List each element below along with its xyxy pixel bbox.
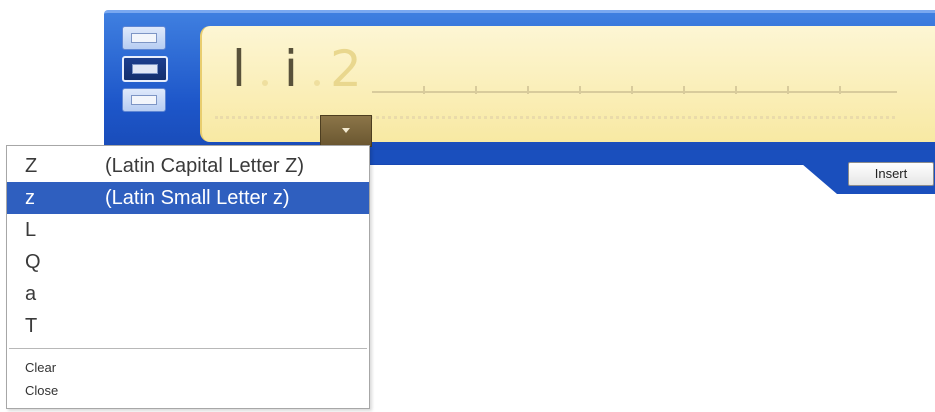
- menu-item-char: T: [25, 315, 38, 337]
- menu-item-char: Z: [25, 155, 38, 177]
- menu-item-z[interactable]: z (Latin Small Letter z): [7, 182, 369, 214]
- baseline-tick: [683, 86, 685, 94]
- clear-menu-command[interactable]: Clear: [25, 360, 56, 375]
- baseline-tick: [839, 86, 841, 94]
- menu-item-L[interactable]: L: [7, 214, 369, 246]
- guide-line: [215, 116, 895, 119]
- menu-item-desc: (Latin Small Letter z): [105, 187, 290, 209]
- recognized-character[interactable]: i: [284, 44, 298, 94]
- menu-separator: [9, 348, 367, 349]
- close-menu-command[interactable]: Close: [25, 383, 58, 398]
- menu-item-T[interactable]: T: [7, 310, 369, 342]
- writing-area[interactable]: [200, 26, 935, 142]
- baseline-tick: [423, 86, 425, 94]
- character-separator: [262, 80, 268, 86]
- baseline-tick: [527, 86, 529, 94]
- writing-baseline: [372, 91, 897, 93]
- recognized-character[interactable]: l: [232, 44, 246, 94]
- writing-pad-button[interactable]: [122, 26, 166, 50]
- chevron-down-icon: [342, 128, 350, 133]
- menu-item-a[interactable]: a: [7, 278, 369, 310]
- menu-item-Q[interactable]: Q: [7, 246, 369, 278]
- menu-item-char: L: [25, 219, 37, 241]
- baseline-tick: [579, 86, 581, 94]
- baseline-tick: [475, 86, 477, 94]
- mode-buttons: [112, 22, 178, 132]
- menu-item-desc: (Latin Capital Letter Z): [105, 155, 304, 177]
- character-separator: [314, 80, 320, 86]
- baseline-tick: [735, 86, 737, 94]
- menu-item-Z[interactable]: Z (Latin Capital Letter Z): [7, 150, 369, 182]
- menu-item-char: z: [25, 187, 35, 209]
- alternates-menu: Z (Latin Capital Letter Z) z (Latin Smal…: [6, 145, 370, 409]
- alternates-dropdown-button[interactable]: [320, 115, 372, 147]
- writing-pad-icon: [131, 33, 157, 43]
- keyboard-button[interactable]: [122, 88, 166, 112]
- menu-item-char: Q: [25, 251, 41, 273]
- baseline-tick: [787, 86, 789, 94]
- character-pad-icon: [132, 64, 158, 74]
- pending-character[interactable]: 2: [330, 44, 362, 94]
- menu-item-char: a: [25, 283, 37, 305]
- insert-button[interactable]: Insert: [848, 162, 934, 186]
- character-pad-button[interactable]: [122, 56, 168, 82]
- baseline-tick: [631, 86, 633, 94]
- keyboard-icon: [131, 95, 157, 105]
